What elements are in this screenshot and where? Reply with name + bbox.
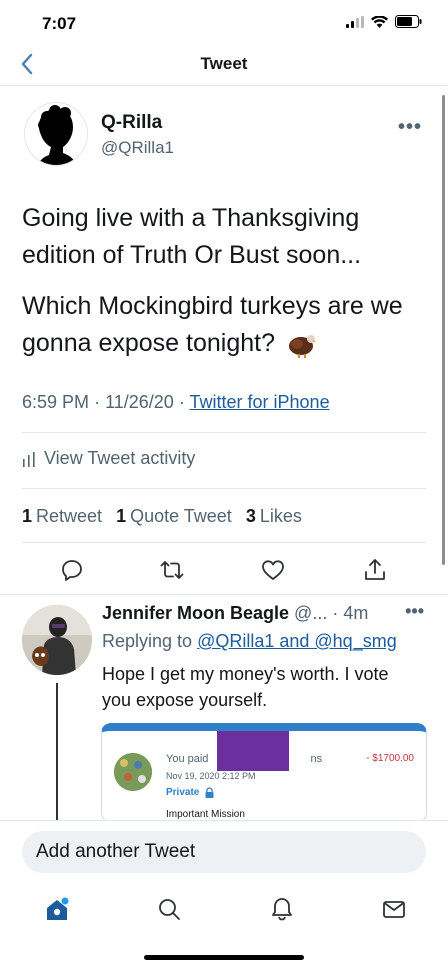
- reply-age: · 4m: [332, 603, 369, 623]
- author-name[interactable]: Q-Rilla: [101, 112, 162, 134]
- retweets-label: Retweet: [36, 506, 103, 526]
- reply-author-avatar[interactable]: [22, 605, 92, 675]
- tweet-actions: [0, 552, 448, 592]
- replying-to-prefix: Replying to: [102, 631, 193, 651]
- reply-avatar-image: [22, 605, 92, 675]
- replying-to: Replying to @QRilla1 and @hq_smg: [102, 631, 397, 652]
- payment-private-label: Private: [166, 787, 200, 798]
- likes-label: Likes: [259, 506, 302, 526]
- meta-separator: ·: [94, 392, 101, 412]
- scroll-indicator[interactable]: [442, 95, 445, 565]
- wifi-icon: [371, 15, 388, 28]
- more-options-icon[interactable]: •••: [398, 116, 422, 139]
- reply-button[interactable]: [58, 556, 86, 584]
- tab-bar: [0, 880, 448, 940]
- author-avatar[interactable]: [24, 102, 88, 166]
- divider: [22, 542, 426, 543]
- tweet-time: 6:59 PM: [22, 392, 90, 412]
- retweet-icon: [160, 561, 184, 579]
- likes-stat[interactable]: 3 Likes: [246, 506, 302, 527]
- tweet-text-paragraph-2-text: Which Mockingbird turkeys are we gonna e…: [22, 292, 403, 357]
- turkey-emoji-icon: [288, 335, 316, 359]
- home-indicator[interactable]: [144, 955, 304, 960]
- payment-note: Important Mission: [166, 809, 245, 820]
- thread-line: [56, 683, 58, 823]
- tab-home[interactable]: [42, 894, 72, 924]
- payment-avatar-pattern-icon: [114, 753, 152, 791]
- view-tweet-activity-button[interactable]: View Tweet activity: [22, 448, 195, 469]
- status-bar: 7:07: [0, 0, 448, 44]
- divider: [22, 488, 426, 489]
- payment-paid-text: You paid: [166, 753, 209, 765]
- add-another-tweet-input[interactable]: Add another Tweet: [22, 831, 426, 873]
- share-button[interactable]: [361, 556, 389, 584]
- retweets-count: 1: [22, 506, 33, 526]
- compose-bar: Add another Tweet: [0, 820, 448, 880]
- payment-amount: - $1700.00: [366, 753, 414, 764]
- reply-author-name[interactable]: Jennifer Moon Beagle: [102, 603, 289, 623]
- author-handle[interactable]: @QRilla1: [101, 138, 174, 158]
- status-icons: [346, 15, 422, 28]
- home-icon: [47, 897, 69, 920]
- quote-tweets-stat[interactable]: 1 Quote Tweet: [116, 506, 232, 527]
- likes-count: 3: [245, 506, 256, 526]
- share-icon: [365, 559, 385, 580]
- bell-icon: [272, 898, 292, 921]
- tab-messages[interactable]: [379, 894, 409, 924]
- tweet-stats: 1 Retweet 1 Quote Tweet 3 Likes: [22, 506, 302, 527]
- quote-tweets-count: 1: [116, 506, 127, 526]
- heart-icon: [262, 560, 284, 580]
- payment-privacy: Private: [166, 787, 214, 798]
- page-title: Tweet: [200, 54, 248, 73]
- nav-bar: Tweet: [0, 44, 448, 86]
- payment-date: Nov 19, 2020 2:12 PM: [166, 771, 256, 781]
- like-button[interactable]: [259, 556, 287, 584]
- attached-image-card[interactable]: You paid ns Nov 19, 2020 2:12 PM Private…: [101, 723, 427, 823]
- replying-to-users-link[interactable]: @QRilla1 and @hq_smg: [197, 631, 397, 651]
- tweet-text-paragraph-1: Going live with a Thanksgiving edition o…: [22, 204, 362, 269]
- tweet-date: 11/26/20: [105, 392, 174, 412]
- view-tweet-activity-label: View Tweet activity: [44, 448, 196, 468]
- retweet-button[interactable]: [158, 556, 186, 584]
- tab-search[interactable]: [154, 894, 184, 924]
- redaction-box: [217, 731, 289, 771]
- reply-icon: [62, 560, 82, 581]
- cellular-signal-icon: [346, 15, 364, 28]
- reply-header: Jennifer Moon Beagle @... · 4m: [102, 603, 368, 624]
- retweets-stat[interactable]: 1 Retweet: [22, 506, 102, 527]
- meta-separator: ·: [178, 392, 185, 412]
- analytics-bars-icon: [23, 451, 35, 467]
- lock-icon: [205, 787, 214, 798]
- search-icon: [159, 899, 180, 920]
- reply-text: Hope I get my money's worth. I vote you …: [102, 664, 389, 710]
- reply-tweet[interactable]: Jennifer Moon Beagle @... · 4m ••• Reply…: [0, 594, 448, 823]
- payment-avatar-image: [114, 753, 152, 791]
- mail-icon: [383, 901, 405, 918]
- battery-icon: [395, 15, 422, 28]
- status-time: 7:07: [42, 14, 77, 33]
- quote-tweets-label: Quote Tweet: [130, 506, 232, 526]
- reply-author-handle[interactable]: @...: [294, 603, 327, 623]
- tweet-source-link[interactable]: Twitter for iPhone: [190, 392, 330, 412]
- payment-paid-suffix: ns: [310, 753, 323, 765]
- tweet-text-paragraph-2: Which Mockingbird turkeys are we gonna e…: [22, 288, 422, 362]
- tweet-meta: 6:59 PM · 11/26/20 · Twitter for iPhone: [22, 392, 330, 413]
- silhouette-avatar-image: [37, 105, 77, 165]
- reply-more-options-icon[interactable]: •••: [405, 601, 424, 622]
- tab-notifications[interactable]: [267, 894, 297, 924]
- divider: [22, 432, 426, 433]
